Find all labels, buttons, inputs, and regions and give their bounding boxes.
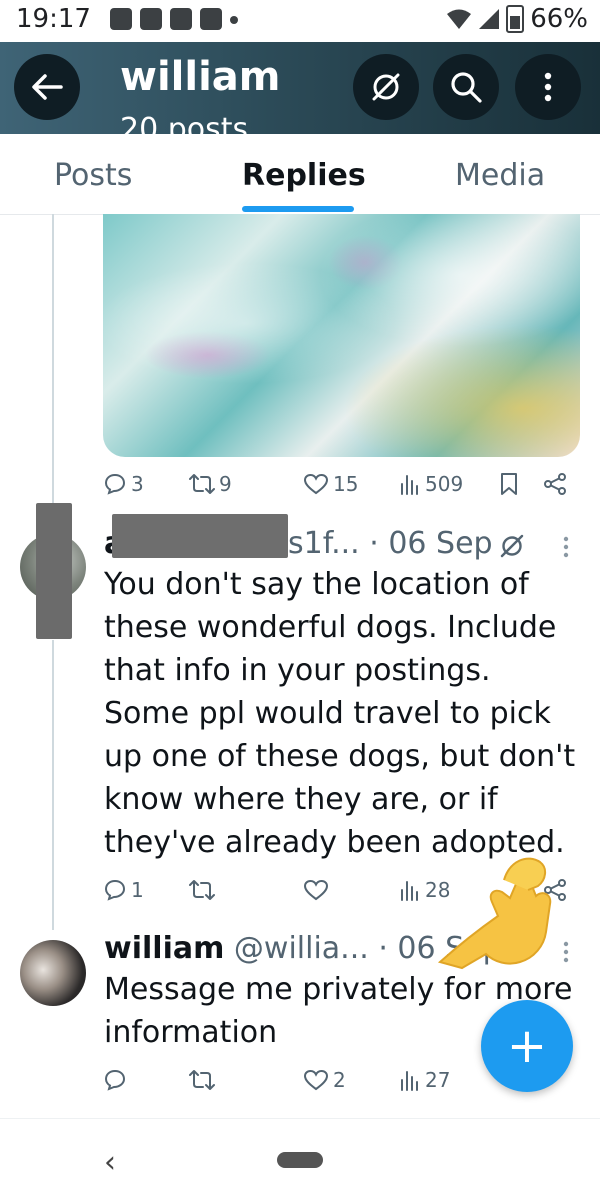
share-icon — [544, 473, 566, 495]
profile-name: william — [120, 54, 281, 100]
tab-media[interactable]: Media — [455, 158, 545, 193]
search-button[interactable] — [433, 54, 499, 120]
wifi-icon — [447, 9, 472, 29]
analytics-icon — [401, 1071, 418, 1091]
repost-icon — [189, 474, 215, 494]
author-name[interactable]: william — [104, 931, 224, 966]
repost-icon — [189, 880, 215, 900]
post-media-image[interactable] — [103, 214, 580, 457]
reply-header-tail: s1f... · 06 Sep — [288, 526, 493, 561]
status-right: 66% — [446, 4, 588, 34]
compose-button[interactable]: + — [481, 1000, 573, 1092]
system-nav-bar: ‹ — [0, 1118, 600, 1201]
post-date[interactable]: · 06 Sep — [369, 526, 492, 561]
bookmark-button[interactable] — [499, 472, 519, 496]
reply-text: You don't say the location of these wond… — [104, 567, 576, 860]
reply-button[interactable] — [103, 1068, 127, 1092]
reply-icon — [104, 879, 126, 901]
views-button[interactable]: 27 — [399, 1068, 450, 1092]
post-count: 20 posts — [120, 112, 249, 134]
pointing-hand-emoji — [437, 857, 552, 970]
like-count: 2 — [333, 1068, 346, 1092]
more-options-button[interactable] — [515, 54, 581, 120]
reply-count: 3 — [131, 472, 144, 496]
like-button[interactable]: 15 — [303, 472, 358, 496]
status-time: 19:17 — [16, 4, 91, 34]
profile-header: william 20 posts — [0, 42, 600, 134]
kebab-menu-icon[interactable] — [563, 536, 569, 558]
youtube-notification-icon — [140, 8, 162, 30]
tab-posts[interactable]: Posts — [54, 158, 132, 193]
heart-icon — [303, 879, 329, 901]
like-button[interactable]: 2 — [303, 1068, 346, 1092]
thread-line — [52, 214, 54, 504]
analytics-icon — [401, 881, 418, 901]
nav-home-pill[interactable] — [277, 1152, 323, 1168]
repost-button[interactable]: 9 — [189, 472, 232, 496]
nav-back-button[interactable]: ‹ — [104, 1145, 116, 1180]
view-count: 27 — [425, 1068, 451, 1092]
arrow-left-icon — [32, 74, 63, 100]
gallery-notification-icon — [110, 8, 132, 30]
reply-button[interactable]: 1 — [103, 878, 144, 902]
reply-button[interactable]: 3 — [103, 472, 144, 496]
thread-line — [52, 640, 54, 930]
share-button[interactable] — [543, 472, 567, 496]
battery-level: 66% — [530, 4, 588, 34]
youtube-notification-icon-3 — [200, 8, 222, 30]
heart-icon — [303, 473, 329, 495]
repost-button[interactable] — [189, 1068, 215, 1092]
view-count: 509 — [425, 472, 464, 496]
notification-icons — [110, 8, 238, 30]
status-bar: 19:17 66% — [0, 0, 600, 42]
avatar[interactable] — [20, 940, 86, 1006]
redaction-block — [112, 514, 288, 558]
heart-icon — [303, 1069, 329, 1091]
slashed-circle-icon — [500, 534, 524, 558]
like-button[interactable] — [303, 878, 329, 902]
reply-count: 1 — [131, 878, 144, 902]
active-tab-indicator — [242, 206, 354, 212]
bookmark-icon — [501, 473, 517, 495]
plus-icon: + — [506, 1018, 548, 1074]
kebab-menu-icon — [544, 72, 552, 102]
post-actions: 3 9 15 509 — [103, 472, 573, 508]
author-handle[interactable]: s1f... — [288, 526, 360, 561]
battery-icon — [506, 5, 525, 33]
youtube-notification-icon-2 — [170, 8, 192, 30]
search-icon — [451, 72, 482, 103]
analytics-icon — [401, 475, 418, 495]
profile-tabs: Posts Replies Media — [0, 134, 600, 215]
more-notifications-icon — [230, 16, 238, 24]
tab-replies[interactable]: Replies — [242, 158, 366, 193]
reply-icon — [104, 1069, 126, 1091]
author-handle[interactable]: @willia... — [234, 931, 369, 966]
views-button[interactable]: 509 — [399, 472, 463, 496]
kebab-menu-icon[interactable] — [563, 941, 569, 963]
slashed-circle-icon — [372, 73, 400, 101]
back-button[interactable] — [14, 54, 80, 120]
repost-count: 9 — [219, 472, 232, 496]
signal-icon — [479, 9, 500, 29]
redaction-block — [36, 503, 72, 639]
repost-icon — [189, 1070, 215, 1090]
reply-icon — [104, 473, 126, 495]
like-count: 15 — [333, 472, 359, 496]
no-follow-button[interactable] — [353, 54, 419, 120]
repost-button[interactable] — [189, 878, 215, 902]
